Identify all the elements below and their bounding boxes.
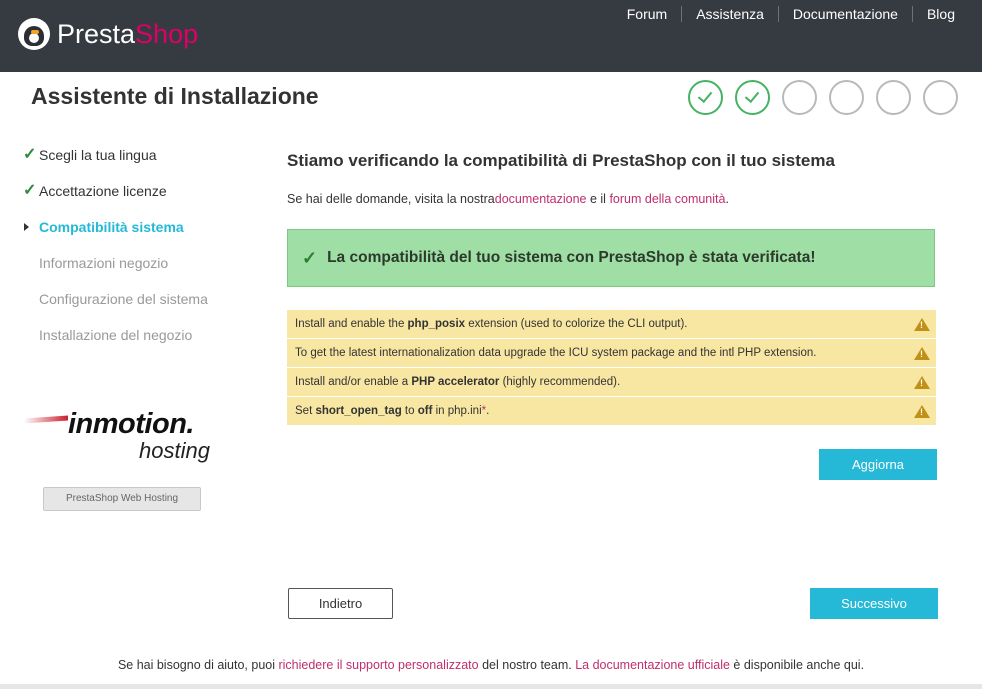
- nav-blog-link[interactable]: Blog: [911, 6, 982, 22]
- hosting-logo-text: hosting: [139, 438, 210, 463]
- sidebar-item-label: Informazioni negozio: [39, 255, 169, 271]
- prestashop-logo[interactable]: PrestaShop: [18, 18, 198, 50]
- compatibility-success-alert: ✓ La compatibilità del tuo sistema con P…: [287, 229, 935, 287]
- logo-wordmark: PrestaShop: [57, 19, 199, 49]
- sidebar-item-label: Compatibilità sistema: [39, 219, 184, 235]
- community-forum-link[interactable]: forum della comunità: [609, 192, 725, 206]
- sidebar-item-informazioni: Informazioni negozio: [22, 252, 252, 288]
- sidebar-item-compatibilita: Compatibilità sistema: [22, 216, 252, 252]
- official-docs-link[interactable]: La documentazione ufficiale: [575, 658, 730, 672]
- documentation-link[interactable]: documentazione: [495, 192, 587, 206]
- footer-divider: [0, 684, 982, 689]
- warnings-list: Install and enable the php_posix extensi…: [287, 310, 936, 426]
- step-6-circle-icon: [923, 80, 958, 115]
- sidebar-item-label: Installazione del negozio: [39, 327, 193, 343]
- footer-help-text: Se hai bisogno di aiuto, puoi richiedere…: [117, 658, 865, 672]
- top-header: PrestaShop Forum Assistenza Documentazio…: [0, 0, 982, 72]
- main-title: Stiamo verificando la compatibilità di P…: [287, 151, 835, 170]
- caret-right-icon: [24, 223, 29, 231]
- support-link[interactable]: richiedere il supporto personalizzato: [278, 658, 478, 672]
- warning-row: Install and enable the php_posix extensi…: [287, 310, 936, 339]
- warning-icon: [914, 318, 930, 331]
- sidebar-item-configurazione: Configurazione del sistema: [22, 288, 252, 324]
- warning-icon: [914, 376, 930, 389]
- warning-icon: [914, 405, 930, 418]
- prestashop-web-hosting-button[interactable]: PrestaShop Web Hosting: [43, 487, 201, 511]
- sidebar-item-installazione: Installazione del negozio: [22, 324, 252, 360]
- step-3-circle-icon: [782, 80, 817, 115]
- step-1-check-icon: [688, 80, 723, 115]
- check-icon: ✓: [302, 247, 318, 268]
- check-icon: ✓: [23, 182, 37, 199]
- sidebar-item-label: Scegli la tua lingua: [39, 147, 157, 163]
- warning-row: To get the latest internationalization d…: [287, 339, 936, 368]
- nav-documentazione-link[interactable]: Documentazione: [777, 6, 912, 22]
- sidebar-item-lingua: ✓ Scegli la tua lingua: [22, 144, 252, 180]
- sidebar-item-licenze: ✓ Accettazione licenze: [22, 180, 252, 216]
- sidebar-item-label: Accettazione licenze: [39, 183, 167, 199]
- back-button[interactable]: Indietro: [288, 588, 393, 619]
- next-button[interactable]: Successivo: [810, 588, 938, 619]
- nav-assistenza-link[interactable]: Assistenza: [681, 6, 778, 22]
- step-4-circle-icon: [829, 80, 864, 115]
- step-5-circle-icon: [876, 80, 911, 115]
- step-progress-indicator: [688, 80, 970, 115]
- sidebar-item-label: Configurazione del sistema: [39, 291, 208, 307]
- success-message: La compatibilità del tuo sistema con Pre…: [327, 249, 816, 266]
- nav-forum-link[interactable]: Forum: [613, 6, 681, 22]
- warning-row: Install and/or enable a PHP accelerator …: [287, 368, 936, 397]
- check-icon: ✓: [23, 146, 37, 163]
- step-2-check-icon: [735, 80, 770, 115]
- warning-icon: [914, 347, 930, 360]
- help-text: Se hai delle domande, visita la nostrado…: [287, 192, 729, 206]
- install-steps-sidebar: ✓ Scegli la tua lingua ✓ Accettazione li…: [22, 144, 252, 360]
- inmotion-logo-text: inmotion.: [24, 408, 210, 440]
- warning-row: Set short_open_tag to off in php.ini*.: [287, 397, 936, 426]
- page-title: Assistente di Installazione: [31, 83, 319, 109]
- inmotion-hosting-logo[interactable]: inmotion. hosting: [24, 408, 210, 462]
- puffin-logo-icon: [18, 18, 50, 50]
- top-nav: Forum Assistenza Documentazione Blog: [613, 6, 982, 22]
- refresh-button[interactable]: Aggiorna: [819, 449, 937, 480]
